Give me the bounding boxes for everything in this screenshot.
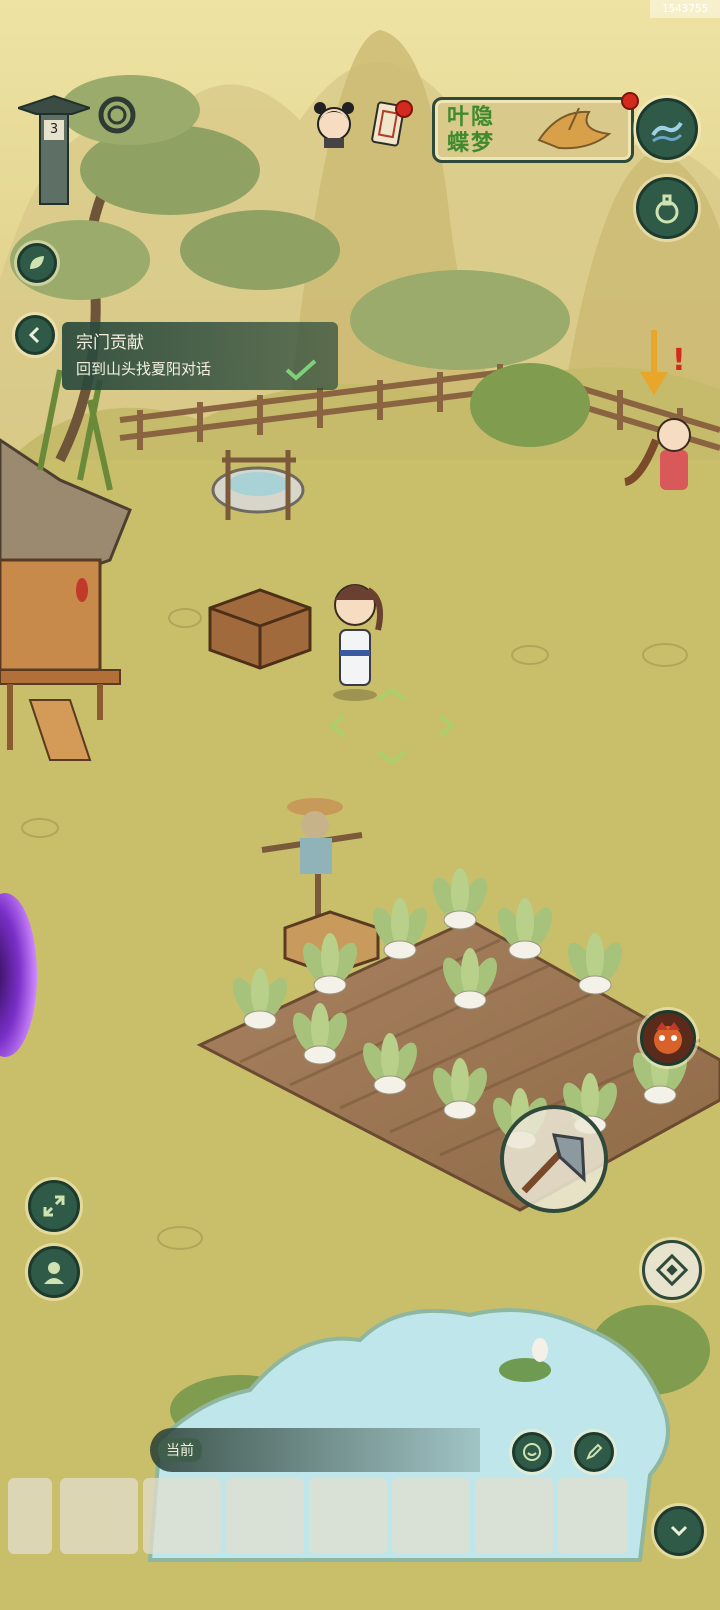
hotbar-slot[interactable] (475, 1478, 553, 1554)
pine-foliage (180, 210, 340, 290)
hotbar-slot[interactable] (392, 1478, 470, 1554)
ticket-button[interactable] (370, 100, 413, 150)
quest-description: 回到山头找夏阳对话 (76, 360, 212, 378)
hotbar-slot[interactable] (558, 1478, 628, 1554)
hotbar-slot[interactable] (8, 1478, 52, 1554)
checkmark-icon (285, 359, 317, 381)
player-id-label: 1543755 (650, 0, 720, 18)
collapse-button[interactable] (654, 1506, 704, 1556)
chat-bar[interactable]: 当前 (150, 1428, 480, 1472)
diamond-compass-icon (655, 1253, 689, 1287)
event-banner-title: 叶隐蝶梦 (447, 104, 496, 156)
stone-pillar-icon (14, 94, 94, 205)
chat-channel-label: 当前 (158, 1438, 202, 1462)
npc-avatar-button[interactable] (310, 98, 358, 150)
bush (470, 363, 590, 447)
hotbar-slot[interactable] (60, 1478, 138, 1554)
stone-well (211, 450, 305, 520)
monster-button[interactable] (640, 1010, 696, 1066)
wave-icon (651, 121, 683, 143)
lotus-flower (532, 1338, 548, 1362)
expand-arrows-icon (43, 1195, 65, 1217)
leaf-icon (30, 256, 44, 269)
axe-icon (521, 1133, 586, 1194)
wave-button[interactable] (636, 98, 698, 160)
chevron-left-icon (28, 326, 40, 344)
send-button[interactable] (574, 1432, 614, 1472)
exclamation-icon: ! (672, 343, 686, 378)
gourd-button[interactable] (636, 177, 698, 239)
swirl-portal-icon (98, 96, 136, 134)
leaf-button[interactable] (17, 243, 57, 283)
game-scene: ! (0, 0, 720, 1610)
compass-button[interactable] (642, 1240, 702, 1300)
chevron-down-icon (670, 1525, 688, 1537)
butterfly-leaf-art (537, 107, 612, 150)
event-banner[interactable]: 叶隐蝶梦 (432, 92, 639, 163)
tree-foliage (350, 270, 570, 370)
tool-axe-button[interactable] (500, 1105, 608, 1213)
level-pillar[interactable]: 3 (14, 92, 94, 210)
character-portrait-icon (44, 1262, 64, 1284)
character-avatar-icon (314, 102, 354, 148)
profile-button[interactable] (28, 1246, 80, 1298)
quest-collapse-button[interactable] (15, 315, 55, 355)
portal-button[interactable] (97, 95, 137, 135)
hotbar-slot[interactable] (143, 1478, 221, 1554)
gourd-icon (655, 194, 679, 224)
notification-dot (395, 100, 413, 118)
hotbar-slot[interactable] (309, 1478, 387, 1554)
emoji-button[interactable] (512, 1432, 552, 1472)
pen-icon (586, 1443, 603, 1460)
notification-dot (621, 92, 639, 110)
quest-title: 宗门贡献 (76, 333, 144, 353)
quest-tracker[interactable]: 宗门贡献 回到山头找夏阳对话 (62, 322, 338, 390)
smile-icon (523, 1443, 541, 1461)
expand-button[interactable] (28, 1180, 80, 1232)
lily-pad (499, 1358, 551, 1382)
wooden-crate (208, 588, 312, 670)
red-monster-face-icon (654, 1022, 682, 1054)
level-number: 3 (49, 122, 59, 137)
inventory-hotbar (8, 1478, 628, 1556)
hotbar-slot[interactable] (226, 1478, 304, 1554)
